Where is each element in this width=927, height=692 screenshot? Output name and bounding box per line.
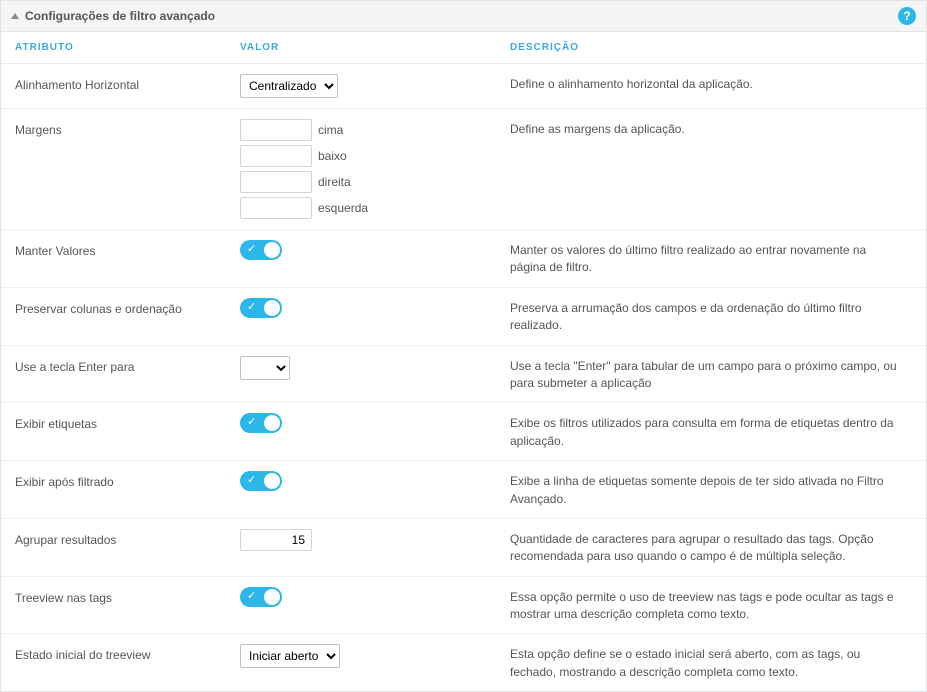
- desc-show-tags: Exibe os filtros utilizados para consult…: [510, 413, 912, 450]
- desc-horizontal-alignment: Define o alinhamento horizontal da aplic…: [510, 74, 912, 93]
- label-horizontal-alignment: Alinhamento Horizontal: [15, 74, 240, 92]
- select-horizontal-alignment[interactable]: Centralizado: [240, 74, 338, 98]
- column-header-value: VALOR: [240, 42, 510, 53]
- column-headers: ATRIBUTO VALOR DESCRIÇÃO: [1, 32, 926, 64]
- label-show-after-filter: Exibir após filtrado: [15, 471, 240, 489]
- label-preserve-columns: Preservar colunas e ordenação: [15, 298, 240, 316]
- select-enter-key[interactable]: [240, 356, 290, 380]
- label-treeview-tags: Treeview nas tags: [15, 587, 240, 605]
- label-enter-key: Use a tecla Enter para: [15, 356, 240, 374]
- label-margin-bottom: baixo: [318, 149, 347, 163]
- toggle-show-after-filter[interactable]: [240, 471, 282, 491]
- desc-margins: Define as margens da aplicação.: [510, 119, 912, 138]
- row-horizontal-alignment: Alinhamento Horizontal Centralizado Defi…: [1, 64, 926, 109]
- input-margin-left[interactable]: [240, 197, 312, 219]
- label-margin-right: direita: [318, 175, 351, 189]
- row-keep-values: Manter Valores Manter os valores do últi…: [1, 230, 926, 288]
- desc-keep-values: Manter os valores do último filtro reali…: [510, 240, 912, 277]
- label-treeview-initial-state: Estado inicial do treeview: [15, 644, 240, 662]
- row-enter-key: Use a tecla Enter para Use a tecla "Ente…: [1, 346, 926, 404]
- label-keep-values: Manter Valores: [15, 240, 240, 258]
- desc-show-after-filter: Exibe a linha de etiquetas somente depoi…: [510, 471, 912, 508]
- row-group-results: Agrupar resultados Quantidade de caracte…: [1, 519, 926, 577]
- input-margin-bottom[interactable]: [240, 145, 312, 167]
- label-show-tags: Exibir etiquetas: [15, 413, 240, 431]
- label-group-results: Agrupar resultados: [15, 529, 240, 547]
- desc-group-results: Quantidade de caracteres para agrupar o …: [510, 529, 912, 566]
- desc-enter-key: Use a tecla "Enter" para tabular de um c…: [510, 356, 912, 393]
- column-header-attribute: ATRIBUTO: [15, 42, 240, 53]
- desc-preserve-columns: Preserva a arrumação dos campos e da ord…: [510, 298, 912, 335]
- margin-group: cima baixo direita esquerda: [240, 119, 510, 219]
- row-show-tags: Exibir etiquetas Exibe os filtros utiliz…: [1, 403, 926, 461]
- row-treeview-tags: Treeview nas tags Essa opção permite o u…: [1, 577, 926, 635]
- desc-treeview-initial-state: Esta opção define se o estado inicial se…: [510, 644, 912, 681]
- panel-header: Configurações de filtro avançado ?: [1, 1, 926, 32]
- select-treeview-initial-state[interactable]: Iniciar aberto: [240, 644, 340, 668]
- help-icon[interactable]: ?: [898, 7, 916, 25]
- label-margin-top: cima: [318, 123, 343, 137]
- row-treeview-initial-state: Estado inicial do treeview Iniciar abert…: [1, 634, 926, 691]
- row-margins: Margens cima baixo direita esquerda: [1, 109, 926, 230]
- panel-title: Configurações de filtro avançado: [25, 9, 215, 23]
- advanced-filter-settings-panel: Configurações de filtro avançado ? ATRIB…: [0, 0, 927, 692]
- toggle-treeview-tags[interactable]: [240, 587, 282, 607]
- desc-treeview-tags: Essa opção permite o uso de treeview nas…: [510, 587, 912, 624]
- collapse-icon[interactable]: [11, 13, 19, 19]
- row-preserve-columns: Preservar colunas e ordenação Preserva a…: [1, 288, 926, 346]
- input-group-results[interactable]: [240, 529, 312, 551]
- input-margin-top[interactable]: [240, 119, 312, 141]
- column-header-description: DESCRIÇÃO: [510, 42, 912, 53]
- row-show-after-filter: Exibir após filtrado Exibe a linha de et…: [1, 461, 926, 519]
- label-margins: Margens: [15, 119, 240, 137]
- toggle-keep-values[interactable]: [240, 240, 282, 260]
- toggle-preserve-columns[interactable]: [240, 298, 282, 318]
- input-margin-right[interactable]: [240, 171, 312, 193]
- label-margin-left: esquerda: [318, 201, 368, 215]
- panel-header-left: Configurações de filtro avançado: [11, 9, 215, 23]
- toggle-show-tags[interactable]: [240, 413, 282, 433]
